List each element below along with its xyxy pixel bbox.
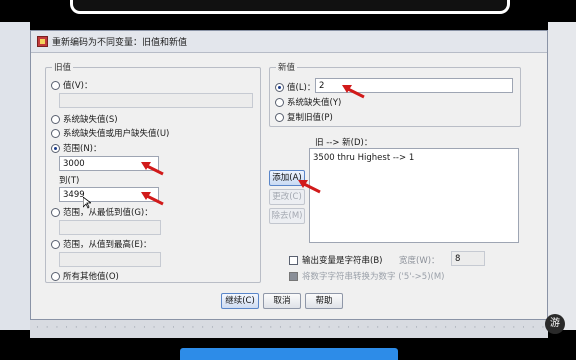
dialog-titlebar: 重新编码为不同变量：旧值和新值: [31, 31, 547, 53]
red-arrow-icon: [342, 85, 365, 99]
radio-dot: [51, 239, 60, 249]
radio-new-system-missing[interactable]: 系统缺失值(Y): [275, 96, 341, 108]
radio-new-value[interactable]: 值(L)：: [275, 81, 315, 93]
radio-old-range-highest[interactable]: 范围，从值到最高(E)：: [51, 238, 152, 250]
radio-old-value-label: 值(V)：: [63, 81, 93, 91]
width-input[interactable]: 8: [451, 251, 485, 266]
radio-old-range-highest-label: 范围，从值到最高(E)：: [63, 240, 152, 250]
radio-old-range[interactable]: 范围(N)：: [51, 142, 102, 154]
radio-new-copy-old[interactable]: 复制旧值(P): [275, 111, 333, 123]
radio-dot-selected: [51, 143, 60, 153]
spss-app-icon: [37, 36, 48, 47]
mouse-cursor-icon: [83, 197, 91, 209]
old-value-legend: 旧值: [54, 63, 72, 73]
old-new-mapping-list[interactable]: 3500 thru Highest --> 1: [309, 148, 519, 243]
cancel-button[interactable]: 取消: [263, 293, 301, 309]
red-arrow-icon: [141, 162, 164, 176]
recode-old-new-values-dialog: 重新编码为不同变量：旧值和新值 旧值 值(V)： 系统缺失值(S) 系统缺失值或…: [30, 30, 548, 320]
range-highest-input[interactable]: [59, 252, 161, 267]
old-value-input[interactable]: [59, 93, 253, 108]
radio-dot: [51, 114, 60, 124]
mapping-list-item[interactable]: 3500 thru Highest --> 1: [313, 153, 515, 163]
radio-dot: [51, 128, 60, 138]
radio-old-range-lowest[interactable]: 范围，从最低到值(G)：: [51, 206, 153, 218]
radio-old-value[interactable]: 值(V)：: [51, 79, 92, 91]
help-button[interactable]: 帮助: [305, 293, 343, 309]
continue-button[interactable]: 继续(C): [221, 293, 259, 309]
remove-button[interactable]: 除去(M): [269, 208, 305, 224]
radio-dot: [275, 97, 284, 107]
dialog-title: 重新编码为不同变量：旧值和新值: [52, 38, 188, 48]
mapping-label: 旧 --> 新(D)：: [315, 138, 373, 148]
radio-dot: [51, 207, 60, 217]
bottom-blue-bar: [180, 348, 398, 360]
checkbox-box: [289, 271, 298, 281]
red-arrow-icon: [141, 192, 164, 206]
radio-new-copy-old-label: 复制旧值(P): [287, 113, 333, 123]
red-arrow-icon: [298, 180, 321, 194]
top-banner: [0, 0, 576, 22]
radio-old-all-other-label: 所有其他值(O): [63, 272, 119, 282]
range-to-label: 到(T): [59, 176, 80, 186]
radio-old-system-missing-label: 系统缺失值(S): [63, 115, 118, 125]
banner-caption-frame: [70, 0, 510, 14]
background-left: [0, 0, 30, 330]
output-string-label: 输出变量是字符串(B): [302, 256, 383, 266]
convert-numeric-label: 将数字字符串转换为数字 ('5'->5)(M): [302, 272, 445, 282]
background-right: [548, 0, 576, 330]
radio-old-system-or-user-missing[interactable]: 系统缺失值或用户缺失值(U): [51, 127, 169, 139]
width-label: 宽度(W)：: [399, 256, 440, 266]
corner-badge: 游: [545, 314, 565, 334]
radio-dot: [51, 271, 60, 281]
radio-old-system-or-user-missing-label: 系统缺失值或用户缺失值(U): [63, 129, 170, 139]
radio-dot: [275, 112, 284, 122]
radio-old-range-label: 范围(N)：: [63, 144, 102, 154]
output-string-checkbox[interactable]: 输出变量是字符串(B): [289, 254, 382, 266]
checkbox-box: [289, 255, 298, 265]
radio-old-all-other[interactable]: 所有其他值(O): [51, 270, 119, 282]
radio-new-system-missing-label: 系统缺失值(Y): [287, 98, 342, 108]
convert-numeric-checkbox[interactable]: 将数字字符串转换为数字 ('5'->5)(M): [289, 270, 444, 282]
radio-dot-selected: [275, 82, 284, 92]
radio-dot: [51, 80, 60, 90]
background-bottom-strip: · · · · · · · · · · · · · · · · · · · · …: [30, 320, 548, 338]
new-value-legend: 新值: [278, 63, 296, 73]
radio-old-range-lowest-label: 范围，从最低到值(G)：: [63, 208, 153, 218]
radio-new-value-label: 值(L)：: [287, 83, 316, 93]
radio-old-system-missing[interactable]: 系统缺失值(S): [51, 113, 118, 125]
range-lowest-input[interactable]: [59, 220, 161, 235]
